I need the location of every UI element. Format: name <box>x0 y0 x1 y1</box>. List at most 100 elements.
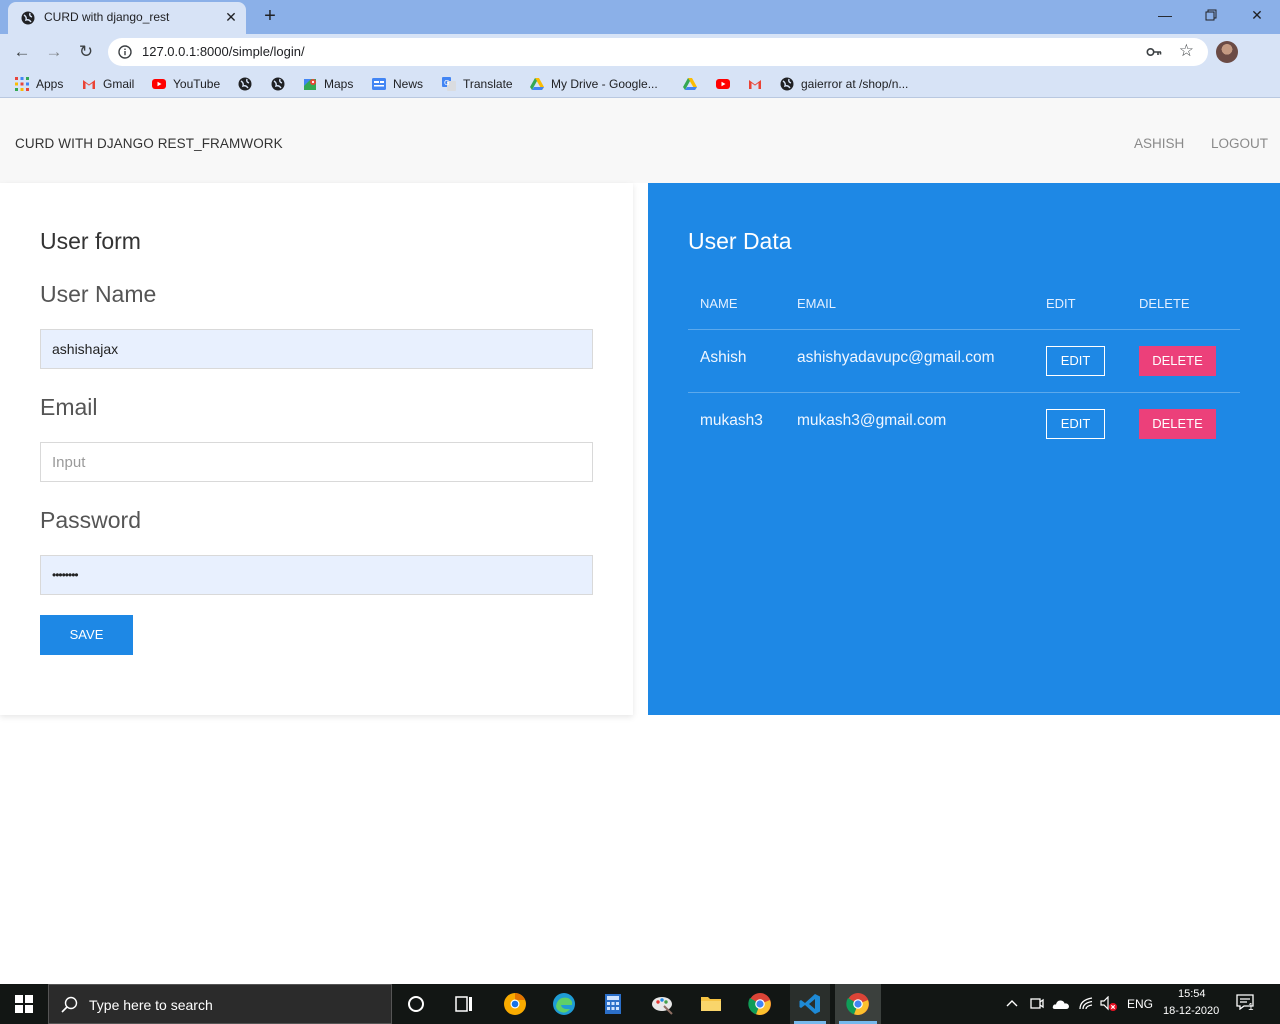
restore-button[interactable] <box>1188 0 1234 30</box>
paint-icon[interactable] <box>650 992 674 1016</box>
taskbar-search[interactable]: Type here to search <box>48 984 392 1024</box>
wifi-icon[interactable] <box>1078 996 1094 1010</box>
bookmark-translate[interactable]: G Translate <box>442 76 513 92</box>
bookmark-gmail[interactable]: Gmail <box>82 76 134 92</box>
translate-icon: G <box>442 77 456 91</box>
username-value: ashishajax <box>52 341 119 357</box>
chevron-up-icon[interactable] <box>1006 999 1018 1007</box>
nav-logout-link[interactable]: LOGOUT <box>1211 136 1268 151</box>
close-window-button[interactable]: ✕ <box>1234 0 1280 30</box>
info-icon[interactable] <box>118 45 132 59</box>
chrome-active-taskbar-item[interactable] <box>835 984 881 1024</box>
windows-logo-icon <box>15 995 33 1013</box>
edit-button[interactable]: EDIT <box>1046 409 1105 439</box>
bookmarks-bar: Apps Gmail YouTube Maps News G Translate … <box>0 70 1280 98</box>
navbar-brand[interactable]: CURD WITH DJANGO REST_FRAMWORK <box>15 136 283 151</box>
username-label: User Name <box>40 281 157 307</box>
bookmark-maps[interactable]: Maps <box>303 76 353 92</box>
row-name: Ashish <box>700 349 747 366</box>
globe-icon <box>238 77 252 91</box>
svg-text:G: G <box>444 79 449 87</box>
globe-icon <box>21 11 35 25</box>
new-tab-button[interactable]: + <box>258 5 282 29</box>
meet-now-icon[interactable] <box>1030 996 1044 1012</box>
close-tab-icon[interactable]: ✕ <box>222 8 240 26</box>
bookmark-youtube[interactable]: YouTube <box>152 76 220 92</box>
onedrive-icon[interactable] <box>1052 998 1070 1010</box>
bookmark-gmail-2[interactable] <box>748 76 769 92</box>
task-view-icon[interactable] <box>452 992 476 1016</box>
delete-button[interactable]: DELETE <box>1139 346 1216 376</box>
edge-icon[interactable] <box>552 992 576 1016</box>
vscode-icon <box>799 994 820 1014</box>
bookmark-label: Gmail <box>103 77 135 91</box>
tab-strip: CURD with django_rest ✕ + — ✕ <box>0 0 1280 34</box>
user-data-card: User Data NAME EMAIL EDIT DELETE Ashish … <box>648 183 1280 715</box>
notification-center[interactable]: 1 <box>1236 994 1258 1014</box>
drive-icon <box>530 78 544 90</box>
youtube-icon <box>716 79 730 89</box>
email-placeholder: Input <box>52 454 86 471</box>
file-explorer-icon[interactable] <box>699 992 723 1016</box>
clock-date[interactable]: 18-12-2020 <box>1163 1005 1219 1017</box>
bookmark-label: News <box>393 77 424 91</box>
chrome-canary-icon[interactable] <box>503 992 527 1016</box>
bookmark-drive-2[interactable] <box>683 76 704 92</box>
speaker-muted-icon[interactable] <box>1100 996 1118 1012</box>
profile-avatar[interactable] <box>1216 41 1238 63</box>
chrome-icon <box>846 993 869 1015</box>
youtube-icon <box>152 79 166 89</box>
cortana-icon[interactable] <box>404 992 428 1016</box>
key-icon[interactable] <box>1146 45 1162 59</box>
password-label: Password <box>40 507 141 533</box>
start-button[interactable] <box>0 984 48 1024</box>
bookmark-globe-2[interactable] <box>271 76 292 92</box>
browser-toolbar: ← → ↻ 127.0.0.1:8000/simple/login/ ☆ <box>0 34 1280 94</box>
drive-icon <box>683 78 697 90</box>
table-divider <box>688 392 1240 393</box>
username-input[interactable]: ashishajax <box>40 329 593 369</box>
apps-grid-icon <box>15 77 29 91</box>
app-navbar: CURD WITH DJANGO REST_FRAMWORK ASHISH LO… <box>0 98 1280 183</box>
minimize-button[interactable]: — <box>1142 0 1188 30</box>
bookmark-gaierror[interactable]: gaierror at /shop/n... <box>780 76 908 92</box>
password-input[interactable]: •••••••• <box>40 555 593 595</box>
nav-user-link[interactable]: ASHISH <box>1134 136 1184 151</box>
calculator-icon[interactable] <box>601 992 625 1016</box>
tab-title: CURD with django_rest <box>44 10 170 24</box>
user-form-card: User form User Name ashishajax Email Inp… <box>0 183 633 715</box>
search-placeholder: Type here to search <box>89 997 213 1013</box>
language-indicator[interactable]: ENG <box>1127 997 1153 1011</box>
windows-taskbar: Type here to search ENG 15:54 18-12-2020… <box>0 984 1280 1024</box>
header-name: NAME <box>700 296 738 311</box>
back-arrow-icon[interactable]: ← <box>11 41 33 63</box>
email-input[interactable]: Input <box>40 442 593 482</box>
bookmark-my-drive[interactable]: My Drive - Google... <box>530 76 658 92</box>
search-icon <box>61 996 78 1013</box>
notification-count: 1 <box>1248 1002 1254 1013</box>
forward-arrow-icon[interactable]: → <box>43 41 65 63</box>
url-text[interactable]: 127.0.0.1:8000/simple/login/ <box>142 44 305 59</box>
vscode-taskbar-item[interactable] <box>790 984 830 1024</box>
save-button[interactable]: SAVE <box>40 615 133 655</box>
password-value: •••••••• <box>52 568 79 582</box>
header-edit: EDIT <box>1046 296 1076 311</box>
row-email: ashishyadavupc@gmail.com <box>797 349 995 366</box>
browser-tab[interactable]: CURD with django_rest ✕ <box>8 2 246 34</box>
bookmark-star-icon[interactable]: ☆ <box>1179 41 1194 61</box>
address-bar[interactable]: 127.0.0.1:8000/simple/login/ ☆ <box>108 38 1208 66</box>
delete-button[interactable]: DELETE <box>1139 409 1216 439</box>
bookmark-apps[interactable]: Apps <box>15 76 63 92</box>
header-delete: DELETE <box>1139 296 1190 311</box>
chrome-icon[interactable] <box>748 992 772 1016</box>
bookmark-label: My Drive - Google... <box>551 77 658 91</box>
clock-time[interactable]: 15:54 <box>1178 988 1206 1000</box>
reload-icon[interactable]: ↻ <box>75 41 97 63</box>
bookmark-youtube-2[interactable] <box>716 76 737 92</box>
bookmark-globe-1[interactable] <box>238 76 259 92</box>
gmail-icon <box>83 80 95 89</box>
news-icon <box>372 78 386 90</box>
header-email: EMAIL <box>797 296 837 311</box>
edit-button[interactable]: EDIT <box>1046 346 1105 376</box>
bookmark-news[interactable]: News <box>372 76 423 92</box>
